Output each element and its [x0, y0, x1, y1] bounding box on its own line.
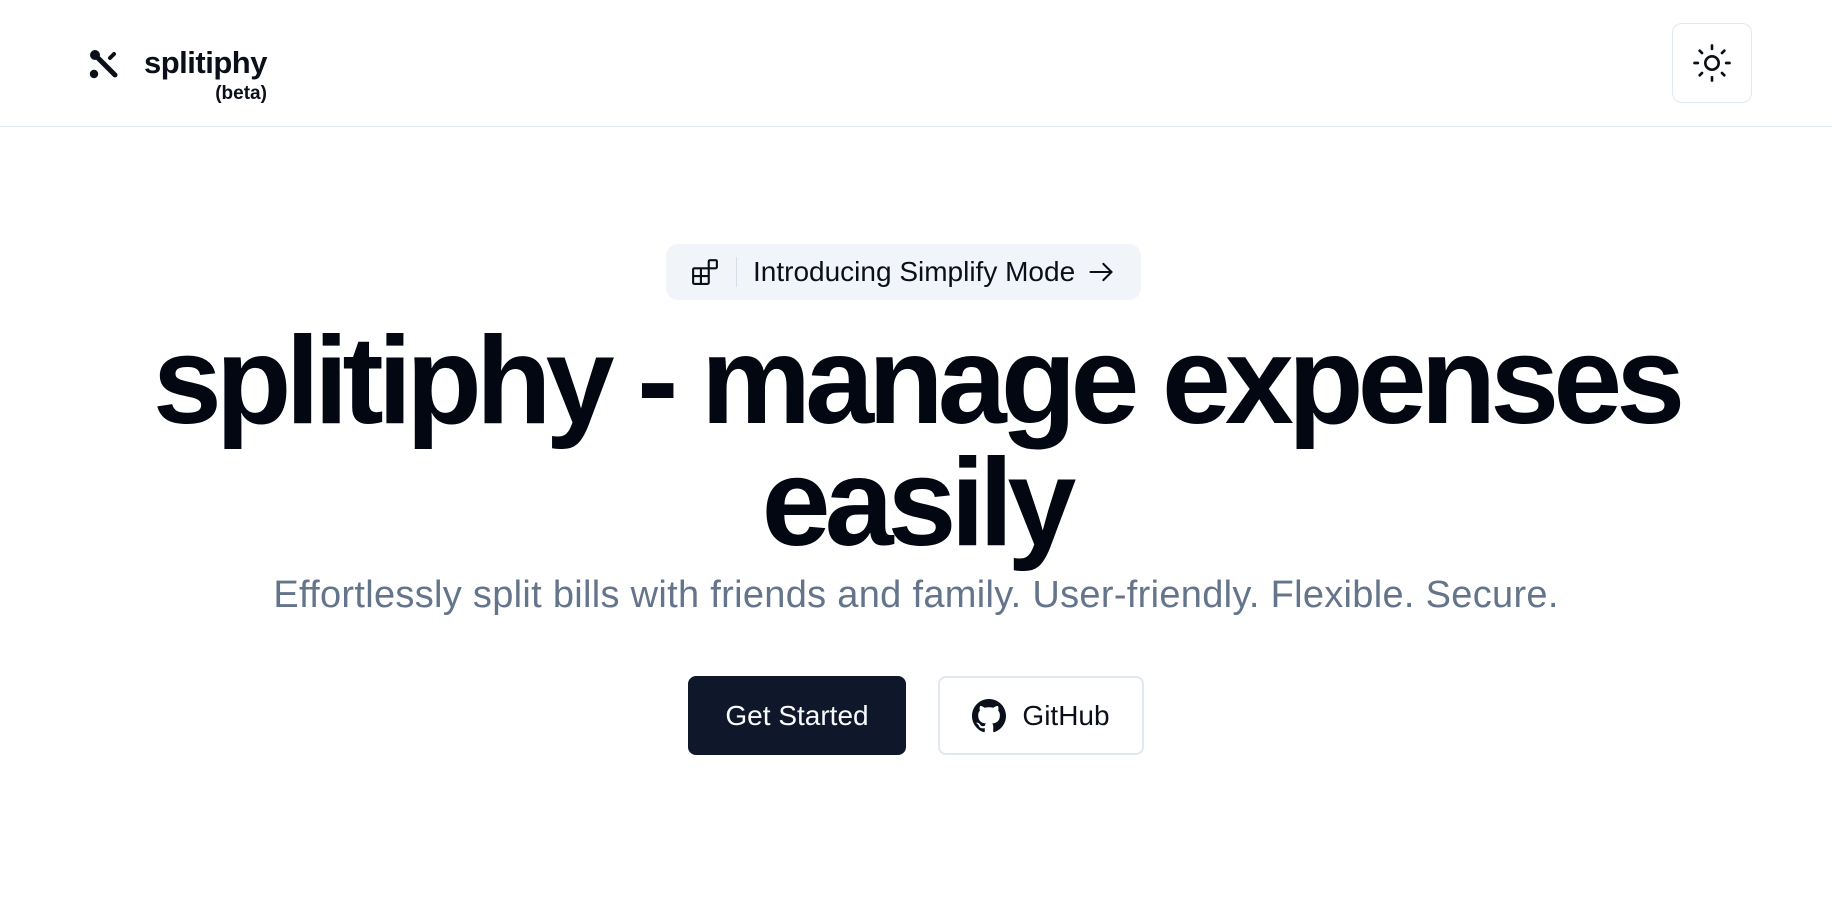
beta-tag: (beta): [215, 83, 267, 104]
site-header: splitiphy (beta): [0, 0, 1832, 127]
announcement-pill[interactable]: Introducing Simplify Mode: [666, 244, 1142, 300]
github-label: GitHub: [1022, 699, 1110, 731]
github-icon: [972, 698, 1007, 732]
brand-logo-link[interactable]: splitiphy (beta): [88, 42, 267, 104]
layout-blocks-icon: [692, 259, 718, 285]
theme-toggle-button[interactable]: [1672, 23, 1752, 103]
get-started-button[interactable]: Get Started: [688, 676, 906, 755]
hero-title: splitiphy - manage expenses easily: [0, 319, 1832, 565]
hero-title-line-1: splitiphy - manage expenses: [152, 312, 1685, 450]
pill-divider: [736, 257, 737, 287]
arrow-right-icon: [1087, 258, 1115, 286]
sun-icon: [1693, 44, 1731, 82]
github-button[interactable]: GitHub: [938, 676, 1144, 755]
hero-subtitle: Effortlessly split bills with friends an…: [273, 574, 1559, 616]
hero-title-line-2: easily: [761, 434, 1077, 572]
brand-name: splitiphy: [144, 45, 267, 80]
announcement-label: Introducing Simplify Mode: [753, 256, 1076, 287]
get-started-label: Get Started: [725, 699, 869, 731]
split-icon: [89, 50, 118, 79]
